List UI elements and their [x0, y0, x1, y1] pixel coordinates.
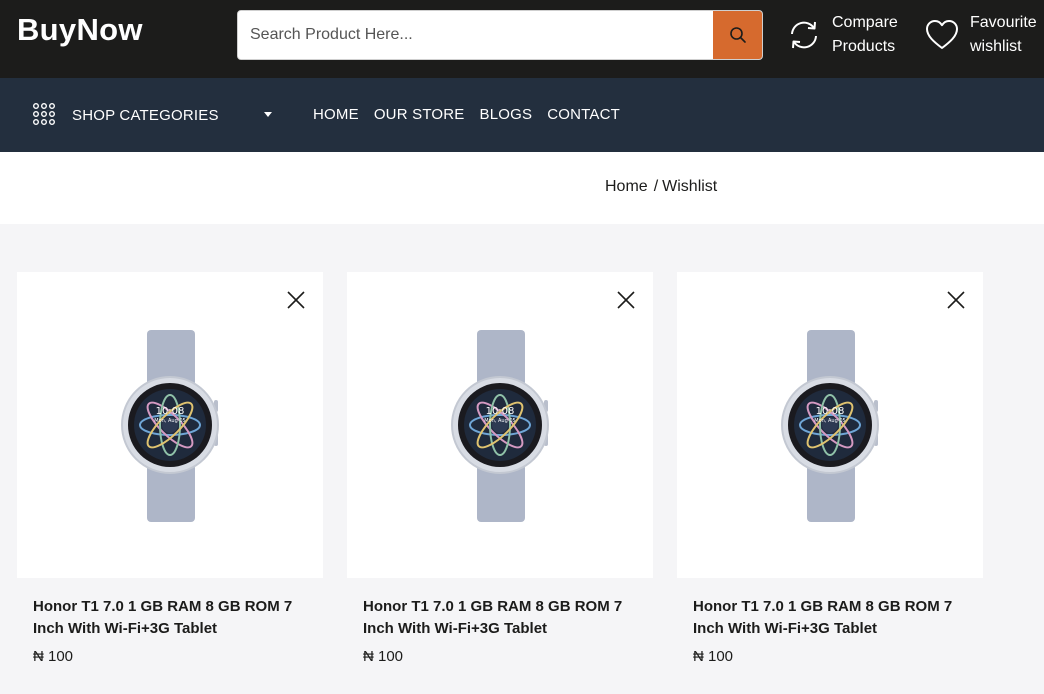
header-top: BuyNow Compare Products Favourite wishli… — [0, 0, 1044, 78]
watch-date: Mon, Aug 05 — [814, 418, 845, 424]
main-nav-bar: SHOP CATEGORIES HOME OUR STORE BLOGS CON… — [0, 78, 1044, 152]
chevron-down-icon[interactable] — [264, 112, 272, 117]
shop-categories-dropdown[interactable]: SHOP CATEGORIES — [32, 102, 219, 128]
smartwatch-image: 10:08 Mon, Aug 05 — [451, 330, 549, 522]
close-icon[interactable] — [616, 290, 636, 310]
shop-categories-label: SHOP CATEGORIES — [72, 106, 219, 124]
breadcrumb-home-link[interactable]: Home — [605, 178, 648, 195]
product-title[interactable]: Honor T1 7.0 1 GB RAM 8 GB ROM 7 Inch Wi… — [17, 596, 323, 640]
categories-grid-icon — [33, 103, 56, 126]
site-logo[interactable]: BuyNow — [17, 12, 143, 48]
main-menu: HOME OUR STORE BLOGS CONTACT — [313, 106, 620, 123]
watch-date: Mon, Aug 05 — [154, 418, 185, 424]
product-title-line2: Inch With Wi-Fi+3G Tablet — [363, 620, 548, 637]
product-price: ₦ 100 — [33, 648, 74, 665]
nav-contact[interactable]: CONTACT — [547, 106, 620, 123]
search-bar — [237, 10, 763, 60]
product-title-line1: Honor T1 7.0 1 GB RAM 8 GB ROM 7 — [33, 598, 293, 615]
breadcrumb-separator: / — [653, 178, 659, 195]
product-title-line1: Honor T1 7.0 1 GB RAM 8 GB ROM 7 — [693, 598, 953, 615]
search-input[interactable] — [238, 11, 714, 59]
product-title-line2: Inch With Wi-Fi+3G Tablet — [33, 620, 218, 637]
product-price: ₦ 100 — [363, 648, 404, 665]
product-title-line1: Honor T1 7.0 1 GB RAM 8 GB ROM 7 — [363, 598, 623, 615]
nav-blogs[interactable]: BLOGS — [480, 106, 533, 123]
breadcrumb: Home / Wishlist — [605, 178, 717, 196]
smartwatch-image: 10:08 Mon, Aug 05 — [121, 330, 219, 522]
watch-date: Mon, Aug 05 — [484, 418, 515, 424]
wishlist-card: 10:08 Mon, Aug 05 Honor T1 7.0 1 GB RAM … — [17, 272, 323, 665]
product-title[interactable]: Honor T1 7.0 1 GB RAM 8 GB ROM 7 Inch Wi… — [347, 596, 653, 640]
product-image-area[interactable]: 10:08 Mon, Aug 05 — [347, 272, 653, 578]
product-image-area[interactable]: 10:08 Mon, Aug 05 — [17, 272, 323, 578]
watch-time: 10:08 — [816, 406, 845, 417]
smartwatch-image: 10:08 Mon, Aug 05 — [781, 330, 879, 522]
close-icon[interactable] — [946, 290, 966, 310]
search-button[interactable] — [713, 11, 762, 59]
breadcrumb-current: Wishlist — [662, 178, 718, 195]
compare-label: Compare Products — [832, 11, 898, 59]
compare-label-line1: Compare — [832, 14, 898, 31]
search-icon — [729, 27, 746, 43]
wishlist-label-line2: wishlist — [970, 38, 1022, 55]
heart-icon — [926, 20, 958, 49]
compare-label-line2: Products — [832, 38, 896, 55]
wishlist-card: 10:08 Mon, Aug 05 Honor T1 7.0 1 GB RAM … — [677, 272, 983, 665]
nav-our-store[interactable]: OUR STORE — [374, 106, 465, 123]
product-image-area[interactable]: 10:08 Mon, Aug 05 — [677, 272, 983, 578]
nav-home[interactable]: HOME — [313, 106, 359, 123]
product-title-line2: Inch With Wi-Fi+3G Tablet — [693, 620, 878, 637]
wishlist-label: Favourite wishlist — [970, 11, 1037, 59]
compare-products-link[interactable]: Compare Products — [786, 11, 898, 59]
product-title[interactable]: Honor T1 7.0 1 GB RAM 8 GB ROM 7 Inch Wi… — [677, 596, 983, 640]
breadcrumb-bar: Home / Wishlist — [0, 152, 1044, 224]
favourite-wishlist-link[interactable]: Favourite wishlist — [924, 11, 1037, 59]
product-price: ₦ 100 — [693, 648, 734, 665]
wishlist-card: 10:08 Mon, Aug 05 Honor T1 7.0 1 GB RAM … — [347, 272, 653, 665]
watch-time: 10:08 — [156, 406, 185, 417]
wishlist-label-line1: Favourite — [970, 14, 1037, 31]
compare-sync-icon — [791, 21, 817, 49]
watch-time: 10:08 — [486, 406, 515, 417]
close-icon[interactable] — [286, 290, 306, 310]
